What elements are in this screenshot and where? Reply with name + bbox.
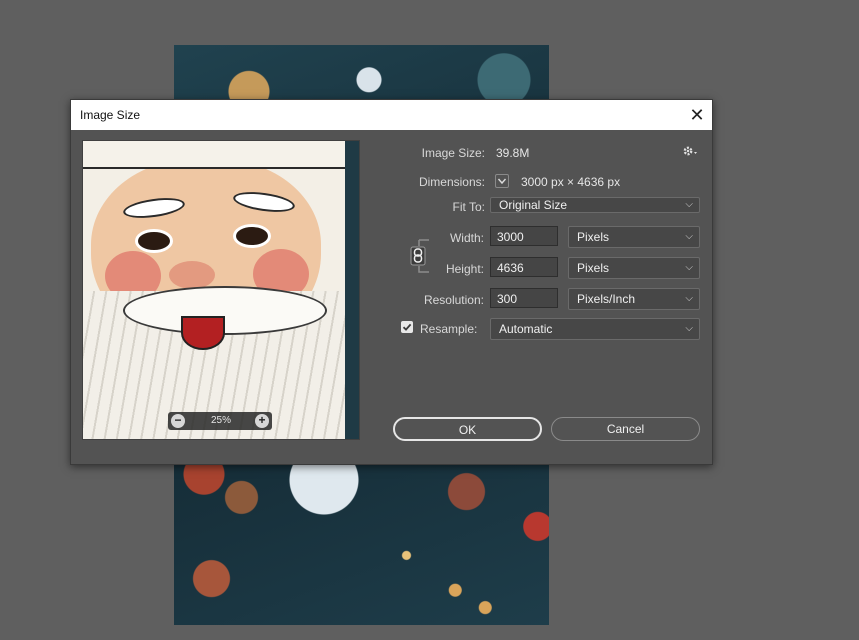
resample-select[interactable]: Automatic ⌵ bbox=[490, 318, 700, 340]
resample-checkbox[interactable] bbox=[401, 321, 413, 333]
image-size-dialog: Image Size ✕ − 25% + Image Size: 39.8M D… bbox=[70, 99, 713, 465]
dimensions-value: 3000 px × 4636 px bbox=[521, 175, 621, 189]
zoom-control: − 25% + bbox=[168, 412, 272, 430]
fit-to-value: Original Size bbox=[499, 198, 568, 212]
preview-background-edge bbox=[345, 141, 359, 439]
close-icon[interactable]: ✕ bbox=[682, 100, 712, 130]
cancel-button[interactable]: Cancel bbox=[551, 417, 700, 441]
resolution-unit-select[interactable]: Pixels/Inch ⌵ bbox=[568, 288, 700, 310]
width-label: Width: bbox=[449, 231, 484, 245]
chevron-down-icon: ⌵ bbox=[685, 231, 693, 242]
fit-to-label: Fit To: bbox=[452, 200, 485, 214]
resample-label: Resample: bbox=[420, 322, 478, 336]
height-value: 4636 bbox=[497, 261, 524, 275]
chevron-down-icon bbox=[497, 178, 507, 185]
left-eye bbox=[135, 229, 173, 253]
resolution-label: Resolution: bbox=[423, 293, 484, 307]
zoom-in-icon[interactable]: + bbox=[255, 414, 269, 428]
dialog-title: Image Size bbox=[80, 108, 141, 122]
santa-mouth bbox=[181, 316, 225, 350]
right-eye bbox=[233, 224, 271, 248]
checkmark-icon bbox=[402, 323, 412, 331]
ok-button[interactable]: OK bbox=[393, 417, 542, 441]
dialog-titlebar: Image Size ✕ bbox=[71, 100, 712, 130]
dimensions-units-dropdown[interactable] bbox=[495, 174, 509, 188]
resample-value: Automatic bbox=[499, 322, 553, 336]
santa-hat-brim bbox=[83, 141, 359, 169]
height-unit-value: Pixels bbox=[577, 261, 610, 275]
dimensions-label: Dimensions: bbox=[418, 175, 485, 189]
santa-mustache bbox=[123, 286, 327, 335]
height-label: Height: bbox=[445, 262, 484, 276]
width-value: 3000 bbox=[497, 230, 524, 244]
width-unit-select[interactable]: Pixels ⌵ bbox=[568, 226, 700, 248]
santa-nose bbox=[169, 261, 215, 289]
chevron-down-icon: ⌵ bbox=[685, 323, 693, 334]
image-preview[interactable]: − 25% + bbox=[82, 140, 360, 440]
chevron-down-icon: ⌵ bbox=[685, 262, 693, 273]
chevron-down-icon: ⌵ bbox=[685, 293, 693, 304]
gear-icon[interactable] bbox=[682, 144, 698, 161]
width-unit-value: Pixels bbox=[577, 230, 610, 244]
image-size-value: 39.8M bbox=[496, 146, 530, 160]
fit-to-select[interactable]: Original Size ⌵ bbox=[490, 197, 700, 213]
height-input[interactable]: 4636 bbox=[490, 257, 558, 277]
width-input[interactable]: 3000 bbox=[490, 226, 558, 246]
resolution-value: 300 bbox=[497, 292, 518, 306]
resolution-input[interactable]: 300 bbox=[490, 288, 558, 308]
resolution-unit-value: Pixels/Inch bbox=[577, 292, 636, 306]
zoom-out-icon[interactable]: − bbox=[171, 414, 185, 428]
image-size-label: Image Size: bbox=[421, 146, 485, 160]
height-unit-select[interactable]: Pixels ⌵ bbox=[568, 257, 700, 279]
zoom-level: 25% bbox=[210, 415, 231, 426]
chevron-down-icon: ⌵ bbox=[685, 199, 693, 210]
